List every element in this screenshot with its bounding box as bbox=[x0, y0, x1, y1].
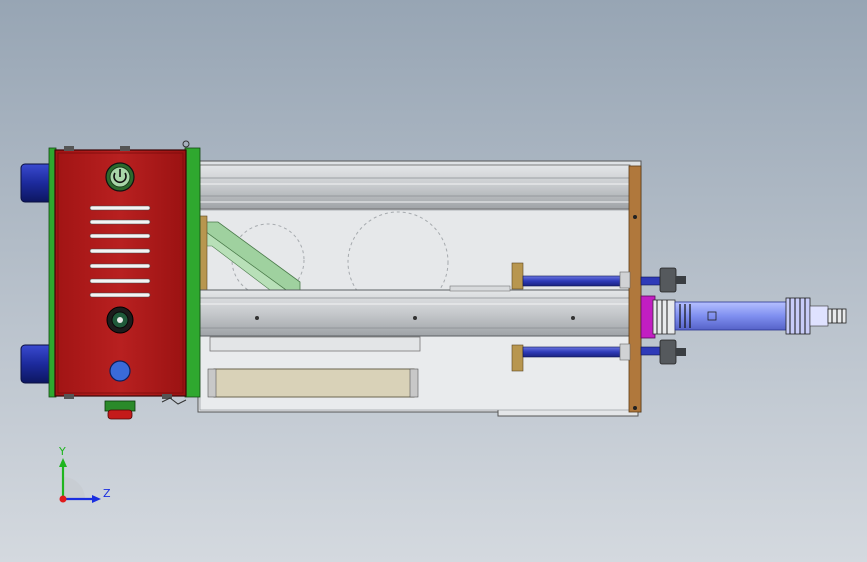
rod-end-top bbox=[640, 267, 686, 293]
spindle bbox=[674, 297, 847, 335]
left-cylinder-top bbox=[20, 163, 54, 203]
rod-end-bottom bbox=[640, 339, 686, 365]
flange-right bbox=[184, 147, 201, 398]
magenta-mount-block bbox=[640, 295, 676, 339]
rail-bolt bbox=[571, 316, 575, 320]
rail-bolt bbox=[255, 316, 259, 320]
emergency-stop-button[interactable] bbox=[104, 400, 136, 420]
central-rail bbox=[199, 285, 633, 337]
z-axis-label: Z bbox=[103, 487, 111, 500]
blue-indicator-icon[interactable] bbox=[109, 360, 131, 382]
cad-viewport[interactable]: Y Z bbox=[0, 0, 867, 562]
power-switch-icon[interactable] bbox=[105, 162, 135, 192]
model-drawing: Y Z bbox=[20, 140, 847, 503]
triad-origin bbox=[59, 495, 67, 503]
rail-bolt bbox=[413, 316, 417, 320]
end-plate bbox=[628, 165, 642, 413]
y-axis-label: Y bbox=[58, 445, 66, 458]
key-switch-icon[interactable] bbox=[106, 306, 134, 334]
left-cylinder-bottom bbox=[20, 344, 54, 384]
axis-triad: Y Z bbox=[58, 445, 111, 503]
